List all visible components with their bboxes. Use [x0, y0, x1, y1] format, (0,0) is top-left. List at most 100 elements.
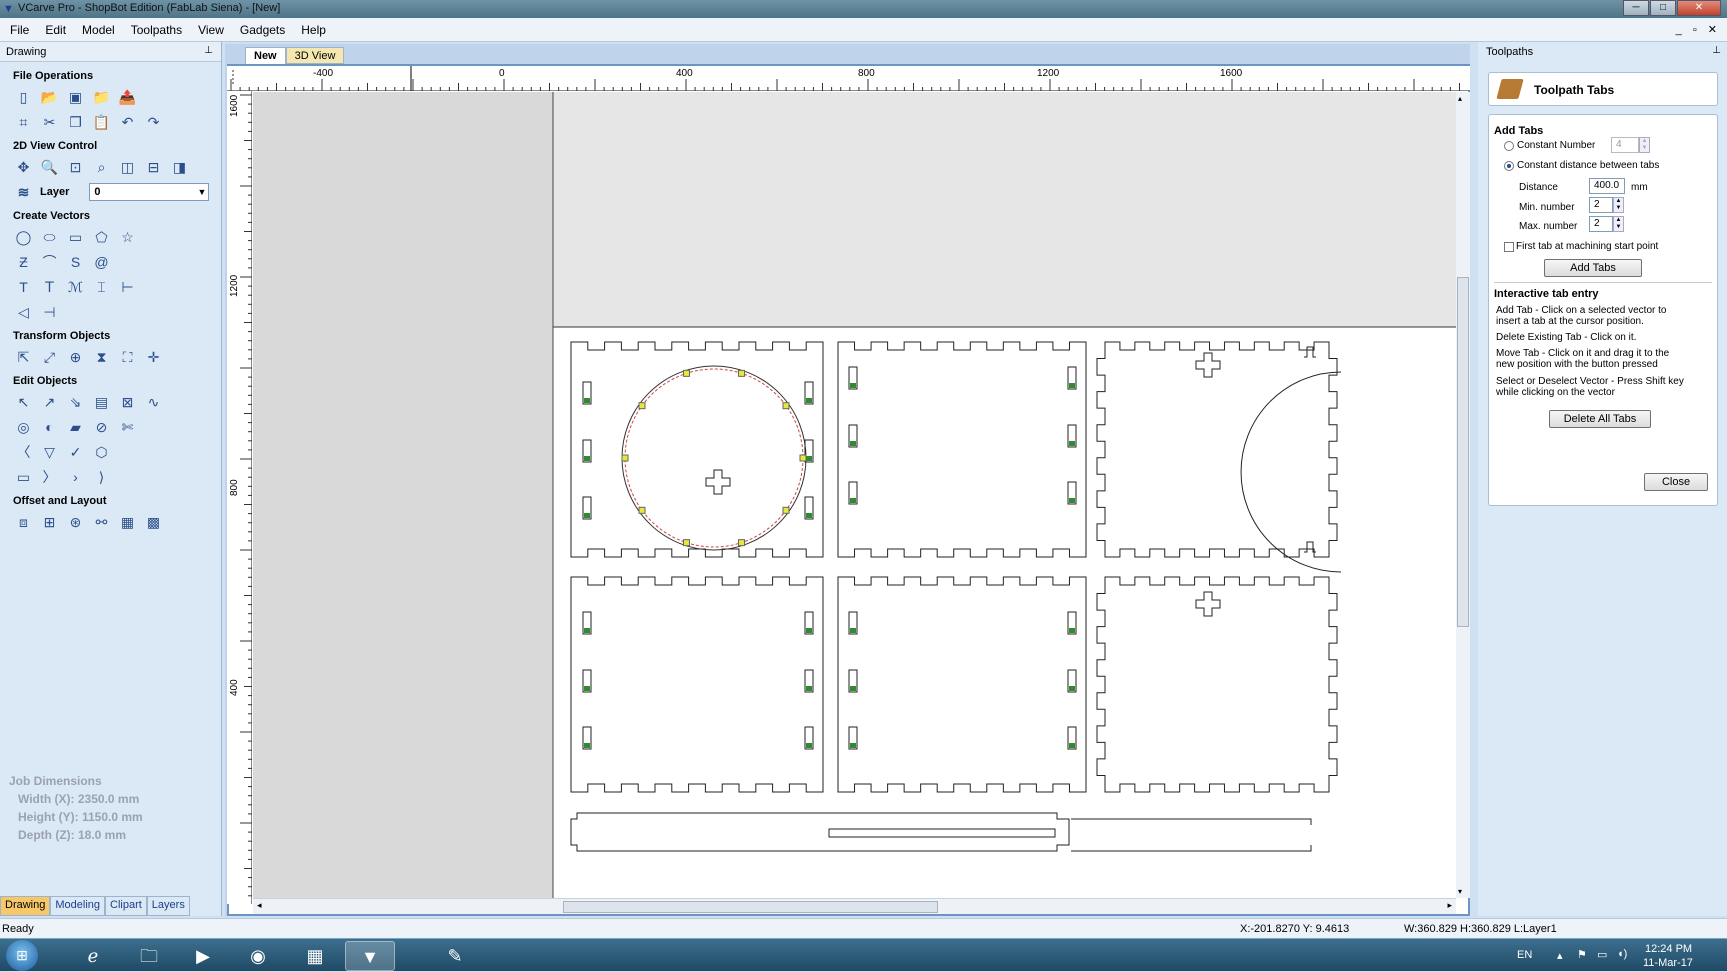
tab-marker[interactable]: [738, 369, 746, 377]
vcarve-taskbar-icon[interactable]: ▼: [345, 941, 395, 971]
tab-marker[interactable]: [584, 628, 590, 633]
dogbone-icon[interactable]: ▽: [39, 442, 60, 462]
vertical-scroll-thumb[interactable]: [1457, 277, 1469, 627]
auto-layout-text-icon[interactable]: ⌶: [91, 277, 112, 297]
tab-marker[interactable]: [1069, 383, 1075, 388]
tab-marker[interactable]: [621, 454, 629, 462]
join-icon[interactable]: ⊘: [91, 417, 112, 437]
menu-edit[interactable]: Edit: [35, 18, 72, 37]
tab-marker[interactable]: [806, 513, 812, 518]
panel-toggle-icon[interactable]: ◨: [169, 157, 190, 177]
tab-marker[interactable]: [1069, 441, 1075, 446]
min-number-stepper[interactable]: ▲ ▼: [1613, 197, 1624, 213]
maximize-button[interactable]: □: [1650, 0, 1676, 16]
tab-clipart[interactable]: Clipart: [105, 896, 147, 916]
export-folder-icon[interactable]: 📤: [117, 87, 138, 107]
tab-marker[interactable]: [738, 539, 746, 547]
pan-icon[interactable]: ✥: [13, 157, 34, 177]
tab-marker[interactable]: [584, 513, 590, 518]
internet-explorer-icon[interactable]: ℯ: [68, 941, 118, 971]
menu-toolpaths[interactable]: Toolpaths: [121, 18, 188, 37]
job-setup-icon[interactable]: ⌗: [13, 112, 34, 132]
clock-time[interactable]: 12:24 PM: [1645, 943, 1692, 955]
intersect-icon[interactable]: ▰: [65, 417, 86, 437]
distance-input[interactable]: 400.0: [1589, 178, 1625, 194]
scale-icon[interactable]: ⤢: [39, 347, 60, 367]
menu-gadgets[interactable]: Gadgets: [230, 18, 291, 37]
horizontal-scrollbar[interactable]: ◂ ▸: [253, 898, 1456, 914]
mdi-controls[interactable]: _ ▫ ✕: [1676, 23, 1721, 36]
menu-help[interactable]: Help: [291, 18, 332, 37]
move-icon[interactable]: ⇱: [13, 347, 34, 367]
tab-marker[interactable]: [850, 628, 856, 633]
cut-icon[interactable]: ✂: [39, 112, 60, 132]
tab-new[interactable]: New: [245, 47, 286, 64]
horizontal-scroll-thumb[interactable]: [563, 901, 938, 913]
nesting-icon[interactable]: ▦: [117, 512, 138, 532]
select-icon[interactable]: ↖: [13, 392, 34, 412]
close-window-button[interactable]: ✕: [1677, 0, 1721, 16]
toggle-view-icon[interactable]: ◫: [117, 157, 138, 177]
save-icon[interactable]: ▣: [65, 87, 86, 107]
circular-array-icon[interactable]: ⊛: [65, 512, 86, 532]
min-number-input[interactable]: 2: [1589, 197, 1613, 213]
constant-number-radio[interactable]: [1504, 141, 1514, 151]
calculator-icon[interactable]: ▦: [290, 941, 340, 971]
ungroup-icon[interactable]: ⊠: [117, 392, 138, 412]
fillet-icon[interactable]: 〈: [13, 442, 34, 462]
copy-along-vector-icon[interactable]: ⚯: [91, 512, 112, 532]
tab-marker[interactable]: [799, 454, 807, 462]
tiling-icon[interactable]: ▩: [143, 512, 164, 532]
text-box-icon[interactable]: Ｔ: [39, 277, 60, 297]
text-icon[interactable]: T: [13, 277, 34, 297]
tab-marker[interactable]: [638, 506, 646, 514]
minimize-button[interactable]: ─: [1623, 0, 1649, 16]
dimension-icon[interactable]: ⊢: [117, 277, 138, 297]
subtract-icon[interactable]: ◐: [39, 417, 60, 437]
copy-icon[interactable]: ❐: [65, 112, 86, 132]
new-file-icon[interactable]: ▯: [13, 87, 34, 107]
bracket-icon[interactable]: 〉: [39, 467, 60, 487]
tab-marker[interactable]: [584, 398, 590, 403]
extend-icon[interactable]: ✓: [65, 442, 86, 462]
star-icon[interactable]: ☆: [117, 227, 138, 247]
chrome-icon[interactable]: ◉: [233, 941, 283, 971]
weld-icon[interactable]: ◎: [13, 417, 34, 437]
tab-marker[interactable]: [584, 743, 590, 748]
draw-tool-icon[interactable]: ◁: [13, 302, 34, 322]
tab-marker[interactable]: [1069, 628, 1075, 633]
interactive-trim-icon[interactable]: ⇘: [65, 392, 86, 412]
open-file-icon[interactable]: 📂: [39, 87, 60, 107]
redo-icon[interactable]: ↷: [143, 112, 164, 132]
align-center-icon[interactable]: ⊕: [65, 347, 86, 367]
menu-view[interactable]: View: [188, 18, 230, 37]
add-tabs-button[interactable]: Add Tabs: [1544, 259, 1642, 277]
language-indicator[interactable]: EN: [1517, 949, 1532, 961]
polyline-icon[interactable]: Ƶ: [13, 252, 34, 272]
tab-marker[interactable]: [850, 383, 856, 388]
bracket-close-icon[interactable]: ⟩: [91, 467, 112, 487]
arc-icon[interactable]: ⌒: [39, 252, 60, 272]
tab-marker[interactable]: [1069, 686, 1075, 691]
circle-icon[interactable]: ◯: [13, 227, 34, 247]
chevron-right-icon[interactable]: ›: [65, 467, 86, 487]
constant-number-input[interactable]: 4: [1611, 137, 1639, 153]
delete-all-tabs-button[interactable]: Delete All Tabs: [1549, 410, 1651, 428]
smooth-icon[interactable]: ∿: [143, 392, 164, 412]
tab-modeling[interactable]: Modeling: [50, 896, 105, 916]
zoom-extents-icon[interactable]: ⊡: [65, 157, 86, 177]
close-button[interactable]: Close: [1644, 473, 1708, 491]
pin-icon[interactable]: ⊥: [1712, 45, 1721, 56]
array-copy-icon[interactable]: ⊞: [39, 512, 60, 532]
tab-marker[interactable]: [782, 506, 790, 514]
drawing-canvas[interactable]: [253, 92, 1456, 898]
constant-number-stepper[interactable]: ▲ ▼: [1639, 137, 1650, 153]
network-icon[interactable]: ▭: [1597, 948, 1607, 961]
menu-model[interactable]: Model: [72, 18, 121, 37]
group-icon[interactable]: ▤: [91, 392, 112, 412]
scroll-left-icon[interactable]: ◂: [257, 900, 262, 911]
polygon-icon[interactable]: ⬠: [91, 227, 112, 247]
text-on-curve-icon[interactable]: ℳ: [65, 277, 86, 297]
tab-drawing[interactable]: Drawing: [0, 896, 51, 916]
zoom-box-icon[interactable]: 🔍: [39, 157, 60, 177]
